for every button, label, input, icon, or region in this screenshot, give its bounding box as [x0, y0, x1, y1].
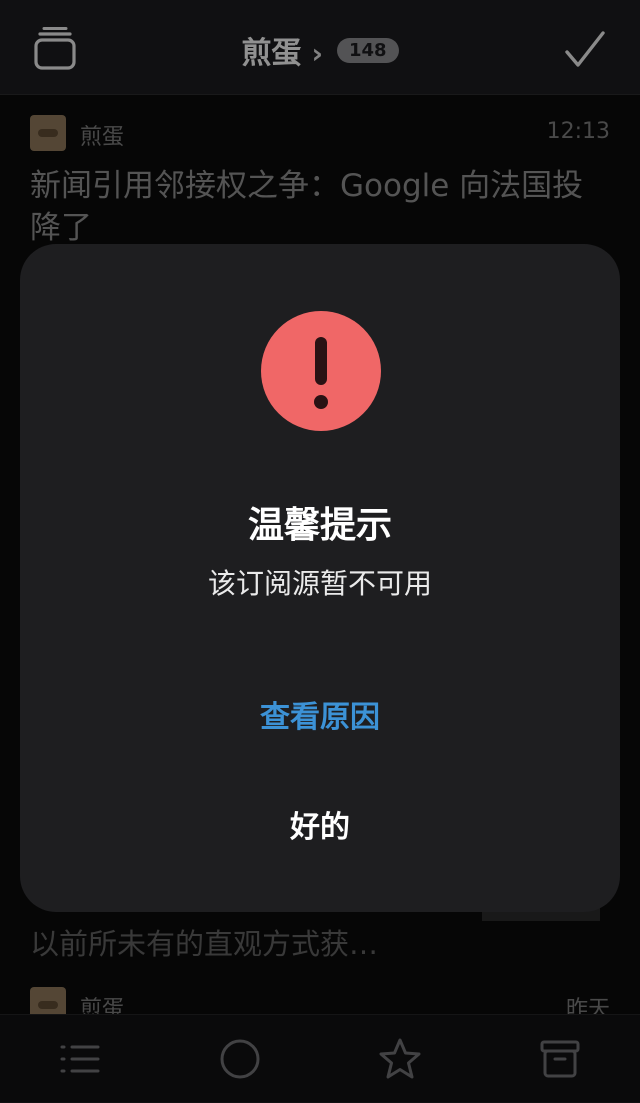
- exclamation-circle-icon: [261, 311, 381, 431]
- dialog-message: 该订阅源暂不可用: [207, 567, 432, 600]
- ok-button[interactable]: 好的: [20, 802, 620, 846]
- dialog-title: 温馨提示: [247, 505, 392, 546]
- alert-dialog: 温馨提示 该订阅源暂不可用 查看原因 好的: [20, 244, 620, 912]
- view-reason-button[interactable]: 查看原因: [20, 692, 620, 736]
